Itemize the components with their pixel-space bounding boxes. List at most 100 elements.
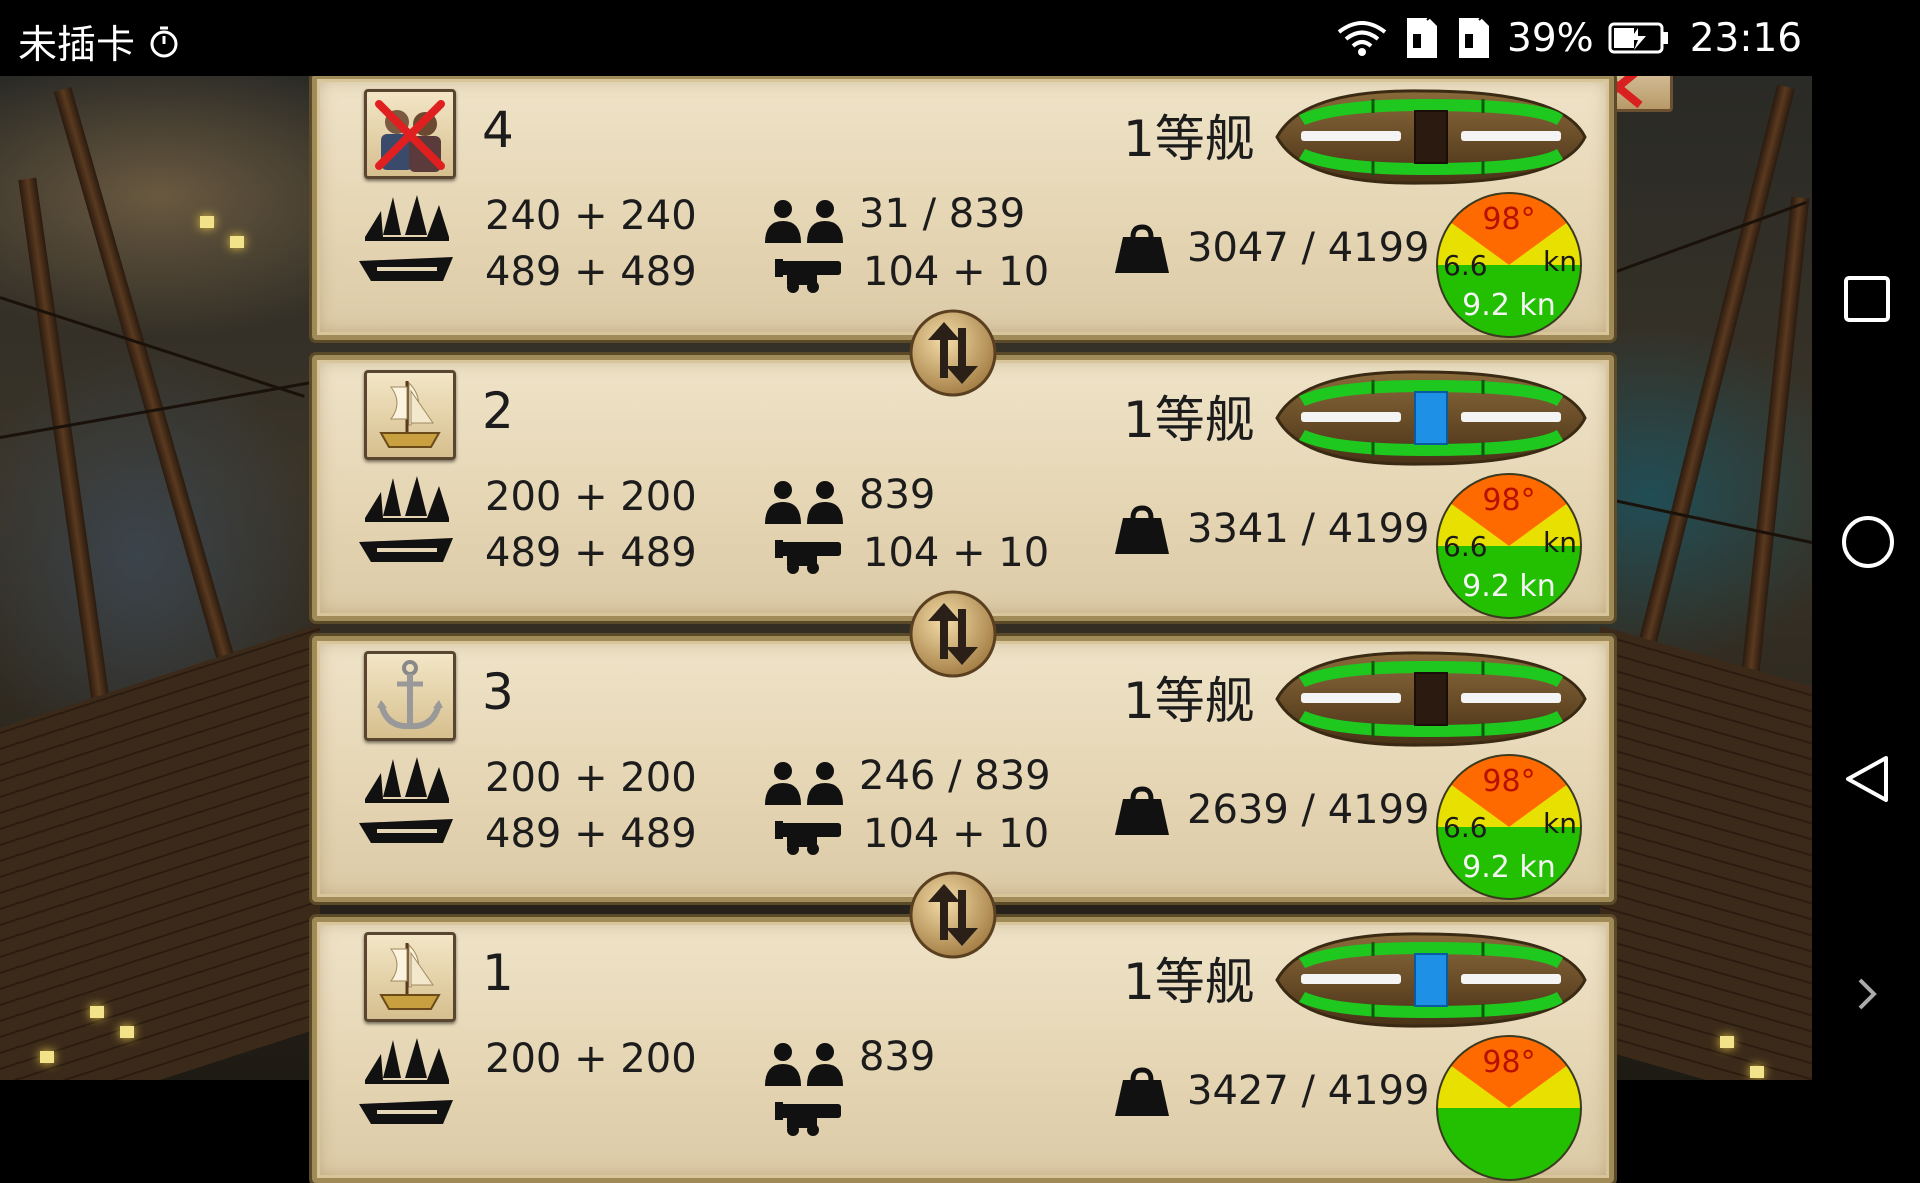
sails-value: 240 + 240 [485, 193, 697, 239]
swap-order-button[interactable] [908, 870, 998, 960]
cannon-icon [775, 259, 841, 293]
sailing-ship-icon[interactable] [364, 932, 456, 1022]
swap-arrows-icon [909, 590, 997, 678]
sails-value: 200 + 200 [485, 474, 697, 520]
speed-min: 6.6 [1443, 811, 1488, 844]
battery-percent: 39% [1507, 15, 1594, 61]
swap-order-button[interactable] [908, 589, 998, 679]
hull-value: 489 + 489 [485, 530, 697, 576]
sails-value: 200 + 200 [485, 755, 697, 801]
sim-card-icon [1407, 14, 1437, 58]
speed-dial: 98° 6.6 kn 9.2 kn [1436, 754, 1582, 900]
rigging-rope [1599, 496, 1812, 545]
hull-value: 489 + 489 [485, 811, 697, 857]
status-left: 未插卡 [18, 14, 181, 70]
cannons-value: 104 + 10 [863, 811, 1050, 857]
sailing-ship-icon[interactable] [364, 370, 456, 460]
ship-card[interactable]: 4 1等舰 240 + 240 489 + 489 31 / 839 104 +… [312, 74, 1614, 340]
hull-icon [359, 257, 453, 281]
alarm-clock-icon [150, 26, 178, 58]
cargo-weight-icon [1115, 786, 1169, 835]
hull-icon [359, 1100, 453, 1124]
ship-condition-gauge [1275, 932, 1587, 1028]
ship-class: 1等舰 [1123, 953, 1255, 1011]
wind-angle: 98° [1482, 202, 1535, 237]
speed-max: 9.2 kn [1462, 569, 1556, 604]
window-light [1750, 1066, 1764, 1078]
ship-number: 1 [482, 944, 514, 1002]
window-light [40, 1051, 54, 1063]
status-right: 39% 23:16 [1335, 14, 1802, 62]
crew-value: 246 / 839 [859, 753, 1051, 799]
speed-dial: 98° 6.6 kn 9.2 kn [1436, 473, 1582, 619]
status-bar: 未插卡 39% 23:16 [0, 0, 1920, 76]
hull-value: 489 + 489 [485, 249, 697, 295]
wifi-icon [1337, 21, 1387, 56]
cargo-weight-icon [1115, 505, 1169, 554]
ship-number: 3 [482, 663, 514, 721]
cannon-icon [775, 1102, 841, 1136]
crew-value: 31 / 839 [859, 191, 1026, 237]
speed-min: 6.6 [1443, 530, 1488, 563]
ship-number: 4 [482, 101, 514, 159]
speed-min: 6.6 [1443, 249, 1488, 282]
ship-condition-gauge [1275, 651, 1587, 747]
battery-charging-icon [1608, 22, 1668, 54]
cargo-weight-icon [1115, 224, 1169, 273]
rigging-rope [1599, 200, 1808, 279]
wind-angle: 98° [1482, 764, 1535, 799]
cargo-weight-icon [1115, 1067, 1169, 1116]
clock-time: 23:16 [1689, 15, 1803, 61]
swap-arrows-icon [909, 871, 997, 959]
ship-class: 1等舰 [1123, 391, 1255, 449]
crew-icon [765, 200, 843, 243]
crew-value: 839 [859, 472, 936, 518]
cannons-value: 104 + 10 [863, 530, 1050, 576]
cannons-value: 104 + 10 [863, 249, 1050, 295]
sails-icon [365, 476, 449, 522]
hull-icon [359, 538, 453, 562]
cannon-icon [775, 540, 841, 574]
ship-class: 1等舰 [1123, 110, 1255, 168]
ship-condition-gauge [1275, 89, 1587, 185]
crew-icon [765, 1043, 843, 1086]
back-button[interactable] [1842, 754, 1892, 804]
right-ship-deck [1600, 625, 1812, 1080]
crew-icon [765, 762, 843, 805]
crossed-out-crew-icon[interactable] [364, 89, 456, 179]
crew-icon [765, 481, 843, 524]
speed-unit: kn [1543, 245, 1577, 278]
sails-value: 200 + 200 [485, 1036, 697, 1082]
cannon-icon [775, 821, 841, 855]
window-light [90, 1006, 104, 1018]
speed-dial: 98° 6.6 kn 9.2 kn [1436, 192, 1582, 338]
swap-arrows-icon [909, 309, 997, 397]
ship-condition-gauge [1275, 370, 1587, 466]
ship-class: 1等舰 [1123, 672, 1255, 730]
window-light [120, 1026, 134, 1038]
cargo-value: 3341 / 4199 [1187, 506, 1430, 552]
window-light [200, 216, 214, 228]
left-ship-deck [0, 624, 320, 1080]
window-light [230, 236, 244, 248]
recent-apps-button[interactable] [1842, 274, 1892, 324]
speed-max: 9.2 kn [1462, 288, 1556, 323]
sails-icon [365, 757, 449, 803]
sim-card-2-icon [1459, 14, 1489, 58]
carrier-label: 未插卡 [18, 23, 136, 68]
hull-icon [359, 819, 453, 843]
wind-angle: 98° [1482, 483, 1535, 518]
home-button[interactable] [1840, 514, 1896, 570]
speed-dial: 98° [1436, 1035, 1582, 1181]
anchor-icon[interactable] [364, 651, 456, 741]
swap-order-button[interactable] [908, 308, 998, 398]
cargo-value: 3047 / 4199 [1187, 225, 1430, 271]
crew-value: 839 [859, 1034, 936, 1080]
chevron-right-icon[interactable] [1852, 974, 1882, 1014]
speed-unit: kn [1543, 807, 1577, 840]
ship-number: 2 [482, 382, 514, 440]
cargo-value: 3427 / 4199 [1187, 1068, 1430, 1114]
speed-unit: kn [1543, 526, 1577, 559]
window-light [1720, 1036, 1734, 1048]
wind-angle: 98° [1482, 1045, 1535, 1080]
